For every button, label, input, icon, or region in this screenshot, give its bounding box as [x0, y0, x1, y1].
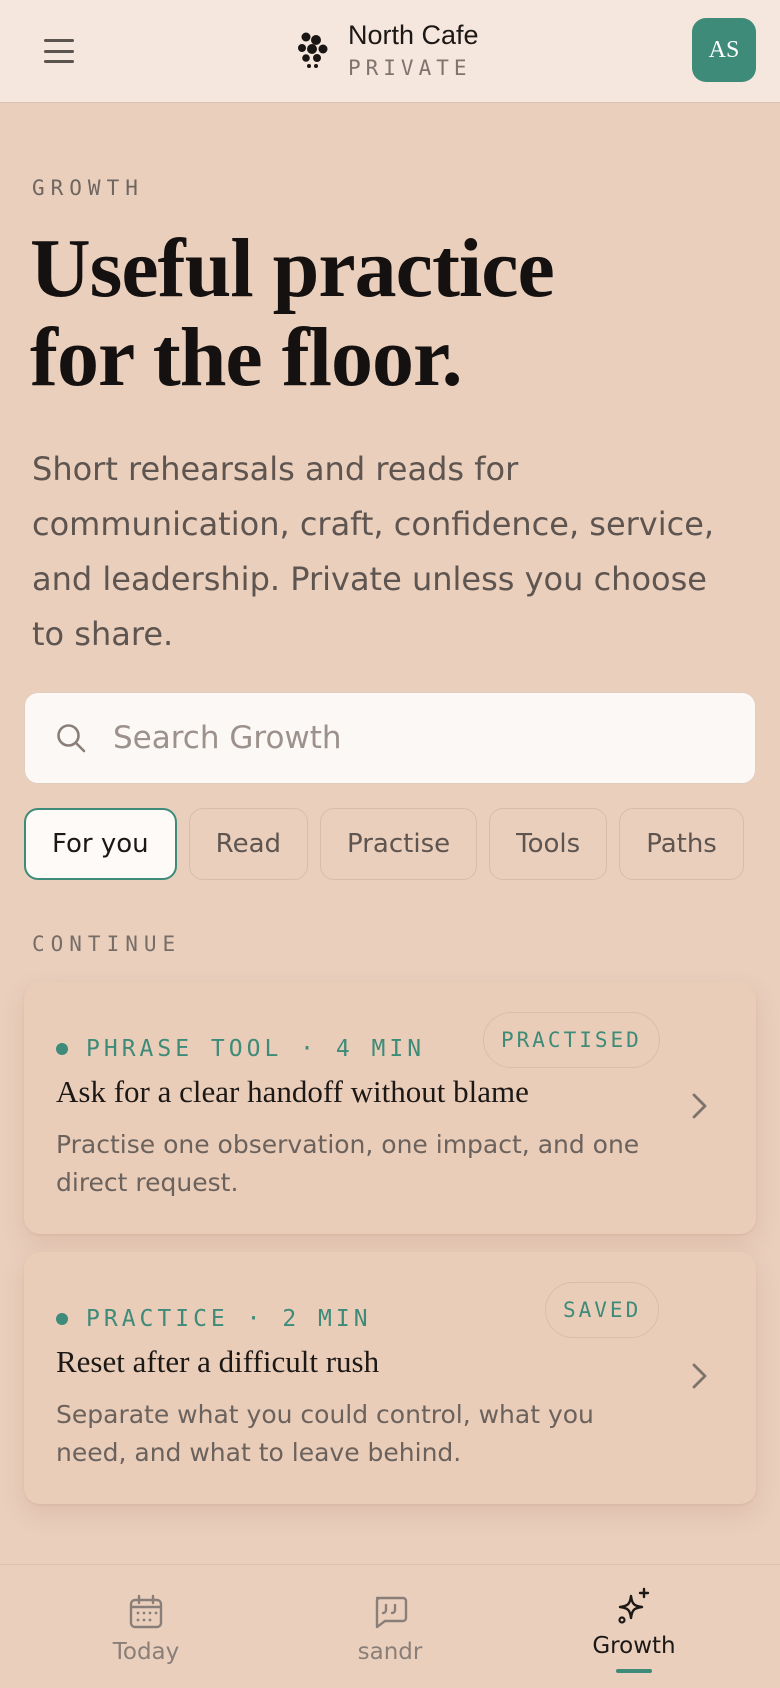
card-meta-text: PHRASE TOOL · 4 MIN	[86, 1036, 426, 1062]
brand-subtitle: PRIVATE	[348, 56, 472, 80]
sparkle-icon	[618, 1587, 650, 1624]
top-bar: North Cafe PRIVATE AS	[0, 0, 780, 103]
page-title-line-1: Useful practice	[30, 222, 555, 315]
status-dot	[56, 1313, 68, 1325]
search-icon	[57, 724, 86, 753]
brand: North Cafe PRIVATE	[296, 18, 479, 80]
nav-label: Growth	[592, 1633, 676, 1659]
card-meta: PHRASE TOOL · 4 MIN	[56, 1036, 425, 1062]
continue-section-label: CONTINUE	[32, 932, 182, 956]
page-title: Useful practice for the floor.	[30, 224, 730, 402]
brand-name: North Cafe	[348, 20, 479, 50]
chip-paths[interactable]: Paths	[619, 808, 744, 880]
chip-tools[interactable]: Tools	[489, 808, 608, 880]
nav-item-today[interactable]: Today	[66, 1593, 226, 1665]
chat-quote-icon	[375, 1596, 408, 1629]
filter-chips: For you Read Practise Tools Paths	[24, 808, 756, 880]
nav-item-sandr[interactable]: sandr	[310, 1593, 470, 1665]
card-title: Ask for a clear handoff without blame	[56, 1074, 529, 1109]
chevron-right-icon	[692, 1093, 707, 1119]
card-description: Separate what you could control, what yo…	[56, 1400, 594, 1467]
growth-screen: North Cafe PRIVATE AS GROWTH Useful prac…	[0, 0, 780, 1688]
page-subtitle: Short rehearsals and reads for communica…	[32, 450, 715, 653]
chevron-right-icon	[692, 1363, 707, 1389]
dots-cluster-logo	[298, 32, 328, 68]
search-bar[interactable]	[24, 692, 756, 784]
card-description: Practise one observation, one impact, an…	[56, 1130, 640, 1197]
continue-card-handoff[interactable]: PHRASE TOOL · 4 MIN PRACTISED Ask for a …	[24, 982, 756, 1234]
status-badge: SAVED	[545, 1282, 660, 1338]
bottom-nav: Today sandr Growth	[0, 1564, 780, 1688]
nav-item-growth[interactable]: Growth	[554, 1587, 714, 1673]
avatar[interactable]: AS	[692, 18, 756, 82]
chip-for-you[interactable]: For you	[24, 808, 177, 880]
card-meta-text: PRACTICE · 2 MIN	[86, 1306, 372, 1332]
hamburger-menu-icon[interactable]	[44, 36, 74, 66]
calendar-icon	[129, 1594, 163, 1629]
nav-label: Today	[112, 1639, 180, 1665]
active-indicator	[616, 1669, 652, 1673]
nav-label: sandr	[357, 1639, 423, 1665]
status-badge: PRACTISED	[483, 1012, 660, 1068]
brand-text: North Cafe PRIVATE	[348, 18, 479, 80]
card-title: Reset after a difficult rush	[56, 1344, 380, 1379]
card-meta: PRACTICE · 2 MIN	[56, 1306, 372, 1332]
search-input[interactable]	[113, 720, 755, 756]
page-title-line-2: for the floor.	[30, 311, 463, 404]
section-eyebrow: GROWTH	[32, 176, 144, 200]
chip-practise[interactable]: Practise	[320, 808, 478, 880]
chip-read[interactable]: Read	[188, 808, 309, 880]
status-dot	[56, 1043, 68, 1055]
continue-card-reset[interactable]: PRACTICE · 2 MIN SAVED Reset after a dif…	[24, 1252, 756, 1504]
